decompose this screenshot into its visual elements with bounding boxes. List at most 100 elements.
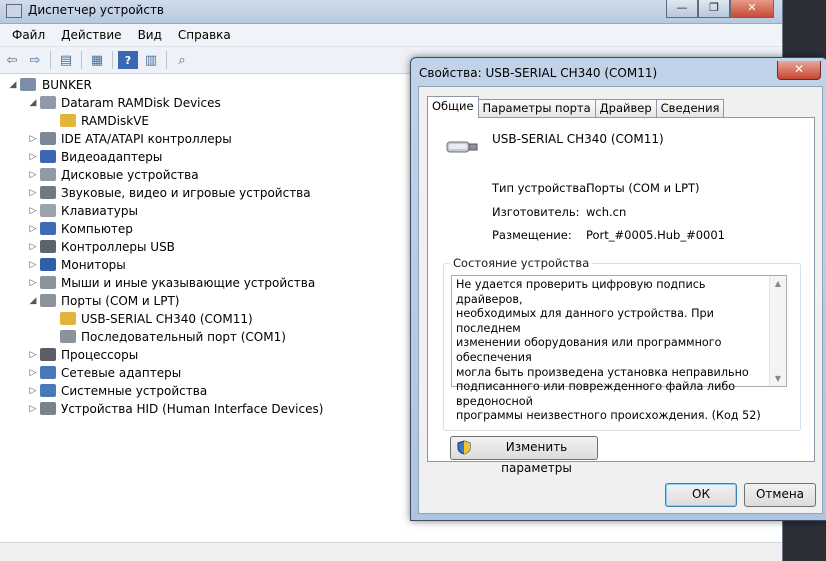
back-arrow-icon[interactable]: ⇦ [2, 51, 22, 69]
device-manager-app-icon [6, 4, 22, 18]
menu-help[interactable]: Справка [170, 28, 239, 42]
tree-item-label: Системные устройства [61, 384, 208, 398]
tree-item-label: Клавиатуры [61, 204, 138, 218]
help-icon[interactable]: ? [118, 51, 138, 69]
menu-action[interactable]: Действие [53, 28, 129, 42]
tree-item-label: Устройства HID (Human Interface Devices) [61, 402, 324, 416]
expand-toggle-icon[interactable]: ▷ [28, 150, 38, 164]
tree-item-label: IDE ATA/ATAPI контроллеры [61, 132, 232, 146]
device-status-label: Состояние устройства [450, 256, 593, 270]
device-name: USB-SERIAL CH340 (COM11) [492, 132, 664, 146]
expand-toggle-icon[interactable]: ◢ [8, 78, 18, 92]
expand-toggle-icon[interactable]: ▷ [28, 276, 38, 290]
expand-toggle-icon[interactable]: ▷ [28, 366, 38, 380]
expand-toggle-icon[interactable]: ◢ [28, 96, 38, 110]
menu-view[interactable]: Вид [130, 28, 170, 42]
maximize-button[interactable]: ❐ [698, 0, 730, 18]
ok-button[interactable]: ОК [665, 483, 737, 507]
expand-toggle-icon[interactable]: ▷ [28, 258, 38, 272]
expand-toggle-icon[interactable]: ▷ [28, 222, 38, 236]
expand-toggle-icon[interactable]: ▷ [28, 168, 38, 182]
display-adapter-icon [40, 150, 56, 163]
device-status-textbox[interactable]: Не удается проверить цифровую подпись др… [451, 275, 787, 422]
expand-toggle-icon[interactable]: ◢ [28, 294, 38, 308]
tree-item-label: RAMDiskVE [81, 114, 149, 128]
manufacturer-label: Изготовитель: [492, 205, 580, 219]
tree-item-label: BUNKER [42, 78, 92, 92]
disk-icon [40, 96, 56, 109]
window-title: Диспетчер устройств [28, 3, 165, 17]
location-label: Размещение: [492, 228, 572, 242]
scroll-up-icon[interactable]: ▲ [770, 279, 786, 288]
menu-bar: Файл Действие Вид Справка [0, 24, 782, 47]
sound-icon [40, 186, 56, 199]
toolbar-separator [81, 51, 82, 69]
change-settings-button[interactable]: Изменить параметры [450, 436, 598, 475]
system-device-icon [40, 384, 56, 397]
scan-hardware-icon[interactable]: ⌕ [172, 51, 192, 69]
device-type-label: Тип устройства: [492, 181, 591, 195]
tree-item-label: Контроллеры USB [61, 240, 175, 254]
tree-item-label: Компьютер [61, 222, 133, 236]
mouse-icon [40, 276, 56, 289]
show-hide-tree-icon[interactable]: ▦ [87, 51, 107, 69]
expand-toggle-icon[interactable]: ▷ [28, 384, 38, 398]
computer-icon [20, 78, 36, 91]
properties-view-icon[interactable]: ▤ [56, 51, 76, 69]
port-icon [60, 330, 76, 343]
expand-toggle-icon[interactable]: ▷ [28, 402, 38, 416]
tree-item-label: USB-SERIAL CH340 (COM11) [81, 312, 253, 326]
tab-details[interactable]: Сведения [655, 99, 725, 118]
monitor-icon [40, 258, 56, 271]
device-manager-titlebar: Диспетчер устройств — ❐ ✕ [0, 0, 782, 24]
tree-item-label: Последовательный порт (COM1) [81, 330, 286, 344]
dialog-title: Свойства: USB-SERIAL CH340 (COM11) [419, 66, 658, 80]
console-tree-icon[interactable]: ▥ [141, 51, 161, 69]
port-icon [40, 294, 56, 307]
window-buttons: — ❐ ✕ [666, 0, 774, 18]
properties-dialog: Свойства: USB-SERIAL CH340 (COM11) ✕ Общ… [410, 57, 826, 521]
general-tab-panel: USB-SERIAL CH340 (COM11) Тип устройства:… [427, 117, 815, 475]
tab-driver[interactable]: Драйвер [594, 99, 657, 118]
expand-toggle-icon[interactable]: ▷ [28, 348, 38, 362]
cancel-button[interactable]: Отмена [744, 483, 816, 507]
dialog-body: Общие Параметры порта Драйвер Сведения U… [418, 86, 823, 514]
device-type-value: Порты (COM и LPT) [586, 181, 700, 195]
expand-toggle-icon[interactable]: ▷ [28, 132, 38, 146]
tree-item-label: Dataram RAMDisk Devices [61, 96, 221, 110]
forward-arrow-icon[interactable]: ⇨ [25, 51, 45, 69]
expand-toggle-icon[interactable]: ▷ [28, 204, 38, 218]
tree-item-label: Мыши и иные указывающие устройства [61, 276, 316, 290]
dialog-close-button[interactable]: ✕ [777, 61, 821, 80]
toolbar-separator [166, 51, 167, 69]
ide-controller-icon [40, 132, 56, 145]
tab-general[interactable]: Общие [427, 96, 479, 118]
status-bar [0, 542, 782, 561]
toolbar-separator [50, 51, 51, 69]
network-adapter-icon [40, 366, 56, 379]
tree-item-label: Видеоадаптеры [61, 150, 163, 164]
menu-file[interactable]: Файл [4, 28, 53, 42]
dialog-tabs: Общие Параметры порта Драйвер Сведения [427, 96, 725, 118]
close-button[interactable]: ✕ [730, 0, 774, 18]
tree-item-label: Процессоры [61, 348, 139, 362]
computer-icon [40, 222, 56, 235]
status-scrollbar[interactable]: ▲ ▼ [769, 276, 786, 386]
keyboard-icon [40, 204, 56, 217]
tab-port-settings[interactable]: Параметры порта [477, 99, 596, 118]
tree-item-label: Порты (COM и LPT) [61, 294, 180, 308]
scroll-down-icon[interactable]: ▼ [770, 374, 786, 383]
warning-disk-icon [60, 114, 76, 127]
manufacturer-value: wch.cn [586, 205, 627, 219]
usb-serial-device-icon [446, 141, 478, 153]
expand-toggle-icon[interactable]: ▷ [28, 186, 38, 200]
processor-icon [40, 348, 56, 361]
change-settings-label: Изменить параметры [501, 440, 572, 475]
device-status-group: Состояние устройства Не удается проверит… [443, 256, 801, 431]
device-status-text: Не удается проверить цифровую подпись др… [456, 278, 761, 423]
usb-icon [40, 240, 56, 253]
expand-toggle-icon[interactable]: ▷ [28, 240, 38, 254]
uac-shield-icon [457, 440, 471, 455]
location-value: Port_#0005.Hub_#0001 [586, 228, 725, 242]
minimize-button[interactable]: — [666, 0, 698, 18]
